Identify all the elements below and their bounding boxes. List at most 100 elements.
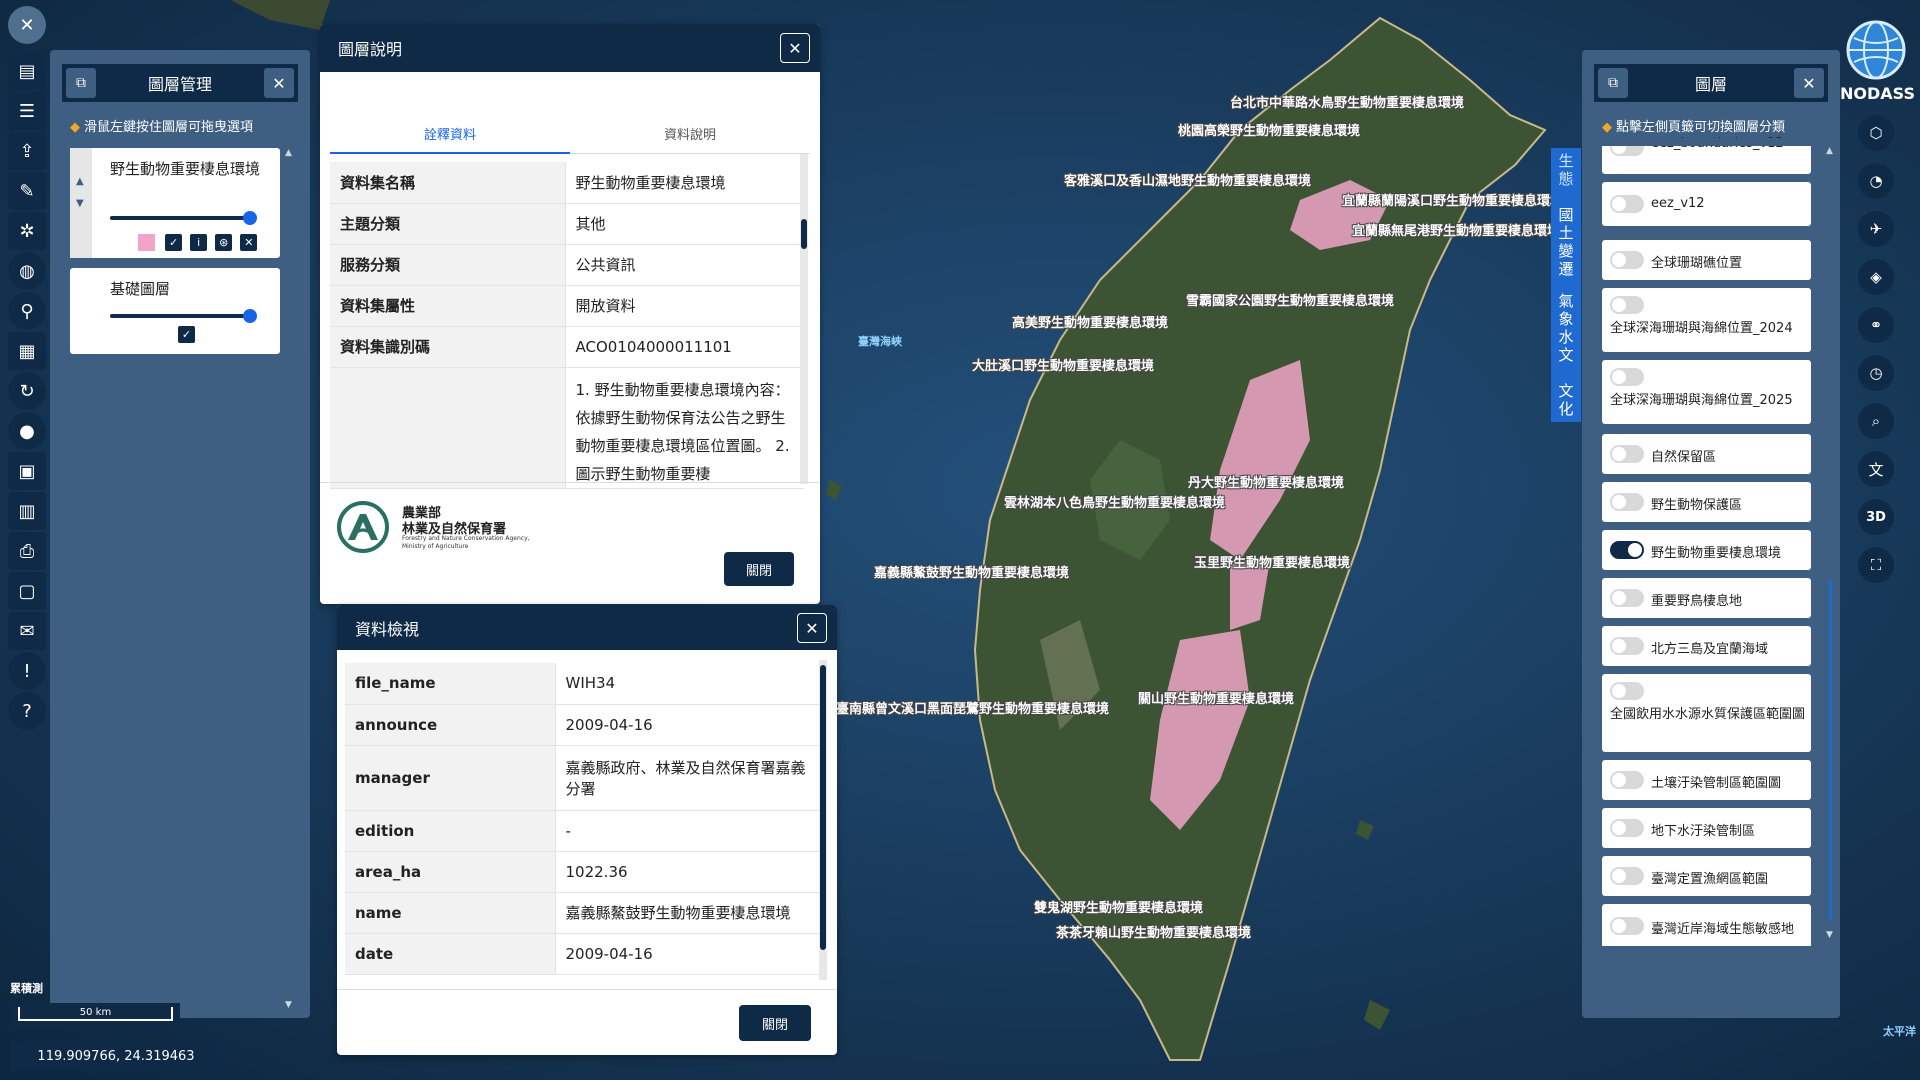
layer-toggle[interactable] bbox=[1610, 195, 1644, 213]
layer-item[interactable]: 野生動物保護區 bbox=[1602, 482, 1811, 522]
category-tab-land[interactable]: 國土變遷 bbox=[1551, 206, 1581, 278]
habitat-map-label[interactable]: 雪霸國家公園野生動物重要棲息環境 bbox=[1186, 290, 1394, 309]
remove-icon[interactable]: ✕ bbox=[240, 234, 258, 251]
layer-toggle[interactable] bbox=[1610, 541, 1644, 559]
visibility-checkbox[interactable]: ✓ bbox=[178, 326, 195, 343]
panel-dock-icon[interactable]: ⧉ bbox=[1598, 68, 1628, 98]
layer-toggle[interactable] bbox=[1610, 819, 1644, 837]
habitat-map-label[interactable]: 關山野生動物重要棲息環境 bbox=[1138, 688, 1294, 707]
brand-logo[interactable]: NODASS bbox=[1840, 18, 1915, 103]
scroll-down-icon[interactable]: ▼ bbox=[1826, 930, 1833, 940]
habitat-map-label[interactable]: 嘉義縣鰲鼓野生動物重要棲息環境 bbox=[874, 562, 1069, 581]
panel-dock-icon[interactable]: ⧉ bbox=[66, 68, 96, 98]
image-icon[interactable]: ▢ bbox=[8, 572, 46, 610]
move-down-icon[interactable]: ▼ bbox=[76, 198, 84, 209]
layer-item[interactable]: 地下水汙染管制區 bbox=[1602, 808, 1811, 848]
move-up-icon[interactable]: ▲ bbox=[76, 176, 84, 187]
layer-card-habitat[interactable]: ▲ ▼ 野生動物重要棲息環境 ✓ i ⊛ ✕ bbox=[70, 148, 280, 258]
tab-description[interactable]: 資料說明 bbox=[570, 124, 810, 154]
layer-toggle[interactable] bbox=[1610, 637, 1644, 655]
scroll-up-icon[interactable]: ▲ bbox=[285, 148, 292, 158]
habitat-map-label[interactable]: 台北市中華路水鳥野生動物重要棲息環境 bbox=[1230, 92, 1464, 111]
data-view-close-icon[interactable]: ✕ bbox=[797, 613, 827, 643]
layer-item[interactable]: 臺灣定置漁網區範圍 bbox=[1602, 856, 1811, 896]
layer-toggle[interactable] bbox=[1610, 445, 1644, 463]
layer-toggle[interactable] bbox=[1610, 867, 1644, 885]
visibility-checkbox[interactable]: ✓ bbox=[165, 234, 183, 251]
info-icon[interactable]: i bbox=[190, 234, 208, 251]
scroll-down-icon[interactable]: ▼ bbox=[285, 1000, 292, 1010]
layer-toggle[interactable] bbox=[1610, 251, 1644, 269]
layers-close-icon[interactable]: ✕ bbox=[1794, 68, 1824, 98]
category-tab-weather[interactable]: 氣象水文 bbox=[1551, 292, 1581, 364]
layer-toggle[interactable] bbox=[1610, 682, 1644, 700]
habitat-map-label[interactable]: 臺南縣曾文溪口黑面琵鷺野生動物重要棲息環境 bbox=[836, 698, 1109, 717]
help-icon[interactable]: ? bbox=[8, 692, 46, 730]
translate-icon[interactable]: 文 bbox=[1858, 451, 1894, 487]
category-tab-ecology[interactable]: 生態 bbox=[1551, 152, 1581, 188]
3d-icon[interactable]: 3D bbox=[1858, 499, 1894, 535]
tab-metadata[interactable]: 詮釋資料 bbox=[330, 124, 570, 154]
alert-icon[interactable]: ! bbox=[8, 652, 46, 690]
fullscreen-icon[interactable]: ⛶ bbox=[1858, 547, 1894, 583]
share-icon[interactable]: ⚭ bbox=[1858, 307, 1894, 343]
layer-toggle[interactable] bbox=[1610, 589, 1644, 607]
chat-icon[interactable]: ✉ bbox=[8, 612, 46, 650]
scroll-up-icon[interactable]: ▲ bbox=[1826, 146, 1833, 156]
ruler-icon[interactable]: ✎ bbox=[8, 172, 46, 210]
habitat-map-label[interactable]: 宜蘭縣蘭陽溪口野生動物重要棲息環境 bbox=[1342, 190, 1563, 209]
habitat-map-label[interactable]: 宜蘭縣無尾港野生動物重要棲息環境 bbox=[1352, 220, 1560, 239]
opacity-slider-knob[interactable] bbox=[243, 309, 257, 323]
layer-item[interactable]: 土壤汙染管制區範圍圖 bbox=[1602, 760, 1811, 800]
habitat-map-label[interactable]: 高美野生動物重要棲息環境 bbox=[1012, 312, 1168, 331]
habitat-map-label[interactable]: 桃園高榮野生動物重要棲息環境 bbox=[1178, 120, 1360, 139]
layer-manager-close-icon[interactable]: ✕ bbox=[264, 68, 294, 98]
pin-icon[interactable]: ⚲ bbox=[8, 292, 46, 330]
habitat-map-label[interactable]: 大肚溪口野生動物重要棲息環境 bbox=[972, 355, 1154, 374]
habitat-map-label[interactable]: 雙鬼湖野生動物重要棲息環境 bbox=[1034, 897, 1203, 916]
user-icon[interactable]: ● bbox=[8, 412, 46, 450]
layers-scrollbar-thumb[interactable] bbox=[1829, 580, 1832, 920]
category-tab-culture[interactable]: 文化 bbox=[1551, 382, 1581, 418]
layer-item[interactable]: 全球深海珊瑚與海綿位置_2024 bbox=[1602, 288, 1811, 352]
layer-item[interactable]: 重要野鳥棲息地 bbox=[1602, 578, 1811, 618]
spark-icon[interactable]: ✲ bbox=[8, 212, 46, 250]
print-icon[interactable]: ⎙ bbox=[8, 532, 46, 570]
layer-item[interactable]: 北方三島及宜蘭海域 bbox=[1602, 626, 1811, 666]
layers-icon[interactable]: ◈ bbox=[1858, 259, 1894, 295]
layer-toggle[interactable] bbox=[1610, 296, 1644, 314]
scrollbar-thumb[interactable] bbox=[820, 665, 826, 950]
refresh-icon[interactable]: ↻ bbox=[8, 372, 46, 410]
layer-toggle[interactable] bbox=[1610, 917, 1644, 935]
data-view-close-button[interactable]: 關閉 bbox=[739, 1005, 811, 1041]
layer-item[interactable]: 臺灣近岸海域生態敏感地 bbox=[1602, 904, 1811, 948]
habitat-map-label[interactable]: 雲林湖本八色鳥野生動物重要棲息環境 bbox=[1004, 492, 1225, 511]
cube-icon[interactable]: ⬡ bbox=[1858, 115, 1894, 151]
scrollbar-thumb[interactable] bbox=[801, 219, 807, 249]
layer-info-close-button[interactable]: 關閉 bbox=[724, 552, 794, 586]
layer-reorder-handle[interactable]: ▲ ▼ bbox=[70, 148, 92, 258]
layer-item[interactable]: 野生動物重要棲息環境 bbox=[1602, 530, 1811, 570]
habitat-map-label[interactable]: 玉里野生動物重要棲息環境 bbox=[1194, 552, 1350, 571]
opacity-slider[interactable] bbox=[110, 216, 250, 220]
habitat-map-label[interactable]: 客雅溪口及香山濕地野生動物重要棲息環境 bbox=[1064, 170, 1311, 189]
filter-icon[interactable]: ⊛ bbox=[215, 234, 233, 251]
layer-toggle[interactable] bbox=[1610, 368, 1644, 386]
layer-toggle[interactable] bbox=[1610, 771, 1644, 789]
opacity-slider[interactable] bbox=[110, 314, 250, 318]
layer-toggle[interactable] bbox=[1610, 493, 1644, 511]
habitat-map-label[interactable]: 茶茶牙賴山野生動物重要棲息環境 bbox=[1056, 922, 1251, 941]
attribute-scrollbar[interactable] bbox=[819, 660, 827, 980]
layout-icon[interactable]: ▣ bbox=[8, 452, 46, 490]
clock-icon[interactable]: ◷ bbox=[1858, 355, 1894, 391]
layer-item[interactable]: 全球深海珊瑚與海綿位置_2025 bbox=[1602, 360, 1811, 424]
opacity-slider-knob[interactable] bbox=[243, 211, 257, 225]
habitat-map-label[interactable]: 丹大野生動物重要棲息環境 bbox=[1188, 472, 1344, 491]
globe-icon[interactable]: ◍ bbox=[8, 252, 46, 290]
layer-info-close-icon[interactable]: ✕ bbox=[780, 33, 810, 63]
book-icon[interactable]: ▥ bbox=[8, 492, 46, 530]
search-icon[interactable]: ⌕ bbox=[1858, 403, 1894, 439]
close-icon[interactable]: ✕ bbox=[8, 6, 46, 44]
satellite-icon[interactable]: ✈ bbox=[1858, 211, 1894, 247]
layer-item[interactable]: 全國飲用水水源水質保護區範圍圖 bbox=[1602, 674, 1811, 752]
